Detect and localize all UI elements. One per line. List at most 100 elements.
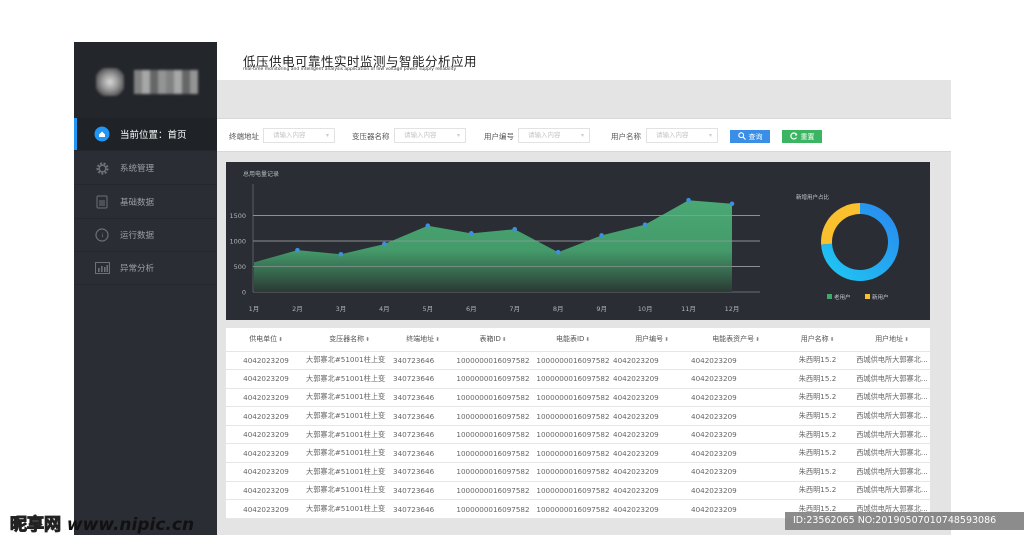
y-tick-label: 1500 — [229, 212, 246, 220]
column-header-label: 用户编号 — [635, 335, 664, 344]
page-subtitle: real-time monitoring and intelligent ana… — [243, 67, 457, 72]
table-cell: 4042023209 — [691, 388, 781, 408]
table-cell: 西城供电所大郭寨北... — [854, 425, 930, 445]
table-cell: 大郭寨北#51001柱上变 — [306, 369, 393, 389]
column-header[interactable]: 用户名称⬍ — [781, 328, 854, 352]
table-row[interactable]: 4042023209 大郭寨北#51001柱上变 340723646 10000000… — [226, 443, 930, 464]
table-cell: 1000000016097582 — [453, 406, 533, 426]
sidebar-item-home[interactable]: 当前位置：首页 — [74, 118, 217, 151]
table-cell: 4042023209 — [613, 388, 691, 408]
table-cell: 1000000016097582 — [453, 462, 533, 482]
user-name-select[interactable]: 请输入内容 ▾ — [646, 128, 718, 143]
column-header[interactable]: 变压器名称⬍ — [306, 328, 393, 352]
sort-icon[interactable]: ⬍ — [502, 337, 507, 343]
table-cell: 340723646 — [393, 369, 453, 389]
data-table: 供电单位⬍ 变压器名称⬍ 终端地址⬍ 表箱ID⬍ 电能表ID⬍ 用户编号⬍ 电能表资产号⬍ 用… — [226, 328, 930, 519]
sort-icon[interactable]: ⬍ — [365, 337, 370, 343]
reset-button-label: 重置 — [800, 132, 815, 141]
table-cell: 1000000016097582 — [453, 351, 533, 371]
table-row[interactable]: 4042023209 大郭寨北#51001柱上变 340723646 10000000… — [226, 369, 930, 389]
chart-svg: 0500100015001月 2月 3月 4月 5月 6月 7月 8月 9月 10月 11月 12月 … — [229, 184, 899, 313]
chevron-down-icon: ▾ — [456, 132, 460, 139]
x-tick-label: 7月 — [509, 305, 520, 313]
table-cell: 朱西明15.2 — [781, 388, 854, 408]
filter-bar: 终端地址 请输入内容 ▾ 变压器名称 请输入内容 ▾ 用户编号 请输入内容 ▾ … — [217, 118, 951, 152]
logo-text-blurred — [134, 70, 198, 94]
x-tick-label: 5月 — [422, 305, 433, 313]
x-tick-label: 11月 — [681, 305, 696, 313]
table-cell: 4042023209 — [226, 462, 306, 482]
table-cell: 340723646 — [393, 481, 453, 501]
data-point — [468, 231, 474, 236]
table-row[interactable]: 4042023209 大郭寨北#51001柱上变 340723646 10000000… — [226, 425, 930, 445]
table-cell: 4042023209 — [226, 369, 306, 389]
chevron-down-icon: ▾ — [580, 132, 584, 139]
table-cell: 西城供电所大郭寨北... — [854, 443, 930, 464]
table-cell: 4042023209 — [691, 499, 781, 519]
table-cell: 1000000016097582 — [533, 443, 613, 464]
column-header[interactable]: 电能表ID⬍ — [533, 328, 613, 352]
table-cell: 1000000016097582 — [533, 351, 613, 371]
column-header[interactable]: 电能表资产号⬍ — [691, 328, 781, 352]
document-icon — [94, 194, 110, 210]
table-row[interactable]: 4042023209 大郭寨北#51001柱上变 340723646 10000000… — [226, 351, 930, 371]
table-row[interactable]: 4042023209 大郭寨北#51001柱上变 340723646 10000000… — [226, 388, 930, 408]
x-tick-label: 3月 — [336, 305, 347, 313]
x-tick-label: 9月 — [596, 305, 607, 313]
table-cell: 大郭寨北#51001柱上变 — [306, 462, 393, 482]
table-cell: 4042023209 — [226, 425, 306, 445]
column-header[interactable]: 用户地址⬍ — [854, 328, 930, 352]
donut-slice — [821, 203, 860, 245]
sort-icon[interactable]: ⬍ — [904, 337, 909, 343]
sidebar-item-run-data[interactable]: 运行数据 — [74, 219, 217, 252]
table-cell: 4042023209 — [613, 369, 691, 389]
table-cell: 1000000016097582 — [533, 388, 613, 408]
x-tick-label: 12月 — [725, 305, 740, 313]
table-cell: 4042023209 — [226, 481, 306, 501]
table-cell: 大郭寨北#51001柱上变 — [306, 388, 393, 408]
data-point — [512, 226, 518, 232]
column-header[interactable]: 用户编号⬍ — [613, 328, 691, 352]
column-header[interactable]: 终端地址⬍ — [393, 328, 453, 352]
table-cell: 1000000016097582 — [453, 499, 533, 519]
table-cell: 西城供电所大郭寨北... — [854, 388, 930, 408]
table-cell: 1000000016097582 — [453, 425, 533, 445]
refresh-icon — [789, 131, 798, 142]
sort-icon[interactable]: ⬍ — [435, 337, 440, 343]
sort-icon[interactable]: ⬍ — [664, 337, 669, 343]
column-header[interactable]: 供电单位⬍ — [226, 328, 306, 352]
chevron-down-icon: ▾ — [708, 132, 712, 139]
sort-icon[interactable]: ⬍ — [755, 337, 760, 343]
chevron-down-icon: ▾ — [325, 132, 329, 139]
query-button[interactable]: 查询 — [730, 130, 770, 143]
sidebar: 当前位置：首页 系统管理 基础数据 运行数据 异常分析 — [74, 42, 217, 535]
sidebar-item-system[interactable]: 系统管理 — [74, 152, 217, 185]
table-cell: 1000000016097582 — [453, 369, 533, 389]
table-cell: 4042023209 — [613, 406, 691, 426]
sort-icon[interactable]: ⬍ — [585, 337, 590, 343]
column-header-label: 用户名称 — [800, 335, 829, 344]
sort-icon[interactable]: ⬍ — [830, 337, 835, 343]
table-cell: 4042023209 — [691, 369, 781, 389]
table-cell: 4042023209 — [691, 462, 781, 482]
query-button-label: 查询 — [748, 132, 763, 141]
table-cell: 340723646 — [393, 499, 453, 519]
sort-icon[interactable]: ⬍ — [278, 337, 283, 343]
table-cell: 4042023209 — [613, 481, 691, 501]
watermark-url: www.nipic.cn — [66, 515, 195, 535]
sidebar-item-anomaly[interactable]: 异常分析 — [74, 252, 217, 285]
table-row[interactable]: 4042023209 大郭寨北#51001柱上变 340723646 10000000… — [226, 481, 930, 501]
sidebar-item-basic-data[interactable]: 基础数据 — [74, 186, 217, 219]
column-header[interactable]: 表箱ID⬍ — [453, 328, 533, 352]
terminal-address-select[interactable]: 请输入内容 ▾ — [263, 128, 335, 143]
reset-button[interactable]: 重置 — [782, 130, 822, 143]
table-cell: 1000000016097582 — [453, 481, 533, 501]
table-row[interactable]: 4042023209 大郭寨北#51001柱上变 340723646 10000000… — [226, 406, 930, 426]
legend-label: 新用户 — [872, 293, 889, 301]
select-placeholder: 请输入内容 — [404, 131, 437, 139]
table-row[interactable]: 4042023209 大郭寨北#51001柱上变 340723646 10000000… — [226, 462, 930, 482]
table-cell: 1000000016097582 — [533, 481, 613, 501]
user-number-select[interactable]: 请输入内容 ▾ — [518, 128, 590, 143]
transformer-name-select[interactable]: 请输入内容 ▾ — [394, 128, 466, 143]
table-cell: 4042023209 — [691, 351, 781, 371]
